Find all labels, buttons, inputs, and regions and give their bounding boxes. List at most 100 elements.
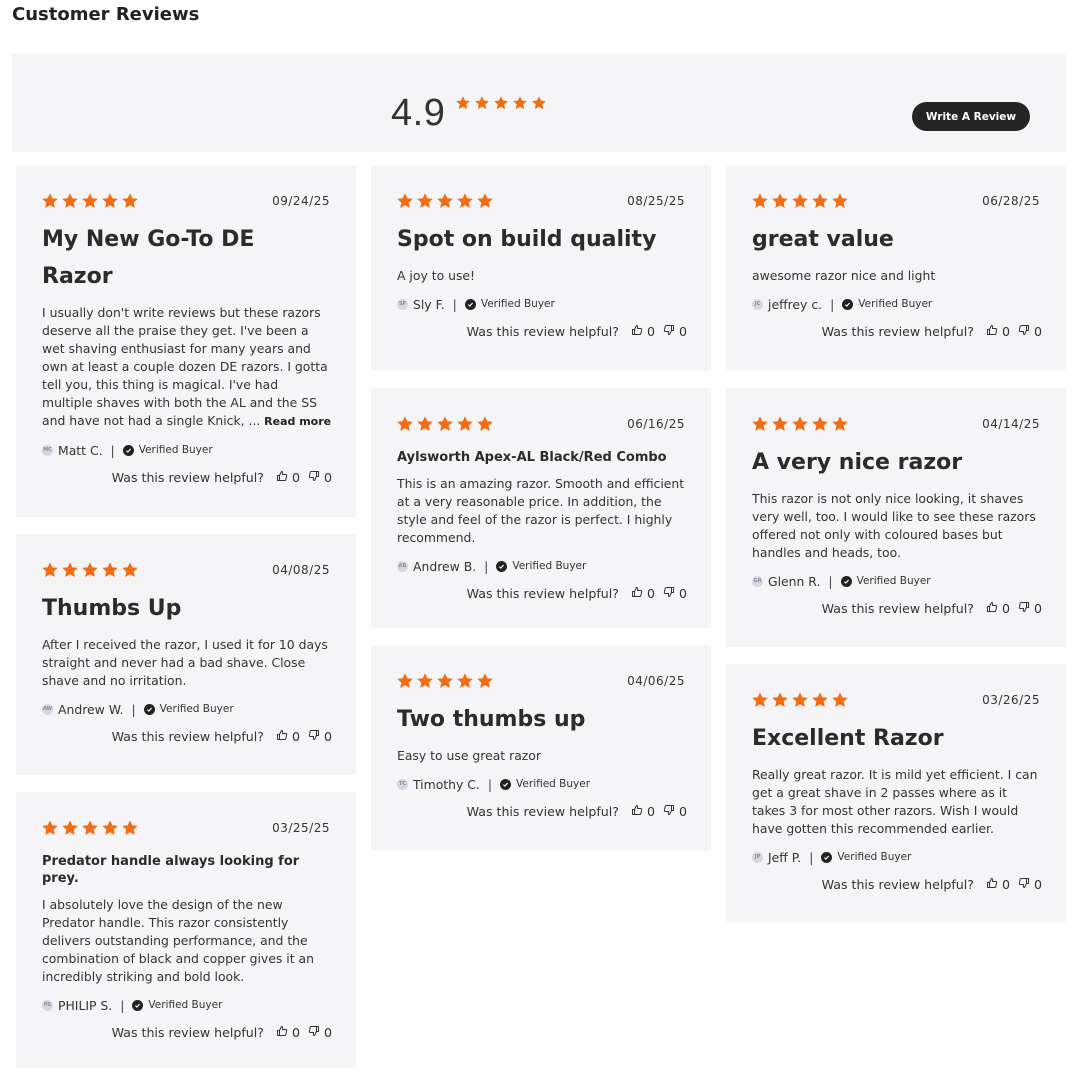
star-icon bbox=[476, 415, 494, 437]
reviewer-name: Timothy C. bbox=[413, 776, 480, 792]
helpful-yes-count: 0 bbox=[291, 470, 300, 485]
reviewer-name: Jeff P. bbox=[768, 849, 802, 865]
star-icon bbox=[396, 192, 414, 214]
helpful-yes-button[interactable]: 0 bbox=[986, 601, 1010, 616]
helpful-yes-count: 0 bbox=[1001, 877, 1010, 892]
helpful-yes-count: 0 bbox=[646, 586, 655, 601]
helpful-yes-button[interactable]: 0 bbox=[986, 324, 1010, 339]
helpful-yes-button[interactable]: 0 bbox=[631, 324, 655, 339]
verified-check-icon bbox=[842, 298, 854, 310]
helpful-row: Was this review helpful? 0 0 bbox=[752, 324, 1042, 339]
review-stars bbox=[751, 415, 849, 437]
review-stars bbox=[751, 192, 849, 214]
helpful-row: Was this review helpful? 0 0 bbox=[752, 601, 1042, 616]
star-icon bbox=[121, 561, 139, 583]
reviewer-info: AW Andrew W. | Verified Buyer bbox=[42, 700, 332, 718]
reviewer-name: Matt C. bbox=[58, 442, 103, 458]
star-icon bbox=[474, 95, 490, 115]
star-icon bbox=[101, 192, 119, 214]
star-icon bbox=[121, 819, 139, 841]
review-title: Excellent Razor bbox=[752, 726, 944, 751]
review-date: 03/25/25 bbox=[272, 821, 330, 835]
reviewer-name: Andrew W. bbox=[58, 701, 124, 717]
thumbs-down-icon bbox=[663, 324, 679, 339]
helpful-question: Was this review helpful? bbox=[466, 804, 619, 819]
review-date: 09/24/25 bbox=[272, 194, 330, 208]
review-body: This is an amazing razor. Smooth and eff… bbox=[397, 476, 685, 545]
helpful-no-button[interactable]: 0 bbox=[663, 324, 687, 339]
verified-check-icon bbox=[464, 298, 476, 310]
helpful-no-button[interactable]: 0 bbox=[1018, 324, 1042, 339]
avatar: TC bbox=[397, 778, 408, 790]
thumbs-down-icon bbox=[663, 804, 679, 819]
separator: | bbox=[452, 296, 457, 312]
review-date: 04/14/25 bbox=[982, 417, 1040, 431]
separator: | bbox=[484, 558, 489, 574]
separator: | bbox=[809, 849, 814, 865]
star-icon bbox=[455, 95, 471, 115]
helpful-no-count: 0 bbox=[1033, 877, 1042, 892]
helpful-yes-button[interactable]: 0 bbox=[276, 1025, 300, 1040]
review-title: Thumbs Up bbox=[42, 596, 182, 621]
star-icon bbox=[771, 192, 789, 214]
helpful-yes-button[interactable]: 0 bbox=[631, 586, 655, 601]
star-icon bbox=[396, 672, 414, 694]
read-more-link[interactable]: Read more bbox=[260, 415, 331, 428]
helpful-no-count: 0 bbox=[323, 729, 332, 744]
helpful-yes-count: 0 bbox=[291, 729, 300, 744]
review-date: 08/25/25 bbox=[627, 194, 685, 208]
thumbs-down-icon bbox=[1018, 877, 1034, 892]
review-title: Two thumbs up bbox=[397, 707, 586, 732]
helpful-no-button[interactable]: 0 bbox=[1018, 877, 1042, 892]
average-stars bbox=[455, 95, 547, 115]
helpful-no-count: 0 bbox=[1033, 601, 1042, 616]
review-card: 03/25/25 Predator handle always looking f… bbox=[16, 792, 356, 1068]
helpful-no-button[interactable]: 0 bbox=[663, 586, 687, 601]
review-title: Predator handle always looking for prey. bbox=[42, 854, 300, 886]
helpful-no-button[interactable]: 0 bbox=[663, 804, 687, 819]
separator: | bbox=[487, 776, 493, 792]
star-icon bbox=[41, 819, 59, 841]
review-body: awesome razor nice and light bbox=[752, 268, 936, 283]
avatar: JP bbox=[752, 851, 763, 863]
helpful-yes-button[interactable]: 0 bbox=[276, 470, 300, 485]
review-card: 04/06/25 Two thumbs up Easy to use great r… bbox=[371, 645, 711, 851]
star-icon bbox=[831, 415, 849, 437]
helpful-no-button[interactable]: 0 bbox=[308, 1025, 332, 1040]
thumbs-up-icon bbox=[276, 729, 292, 744]
helpful-yes-button[interactable]: 0 bbox=[276, 729, 300, 744]
review-stars bbox=[41, 819, 139, 841]
star-icon bbox=[476, 672, 494, 694]
helpful-no-button[interactable]: 0 bbox=[308, 470, 332, 485]
star-icon bbox=[811, 192, 829, 214]
helpful-question: Was this review helpful? bbox=[111, 470, 264, 485]
reviewer-info: AB Andrew B. | Verified Buyer bbox=[397, 557, 687, 575]
review-stars bbox=[751, 691, 849, 713]
helpful-row: Was this review helpful? 0 0 bbox=[42, 729, 332, 744]
helpful-no-button[interactable]: 0 bbox=[1018, 601, 1042, 616]
star-icon bbox=[811, 415, 829, 437]
avatar: JC bbox=[752, 298, 763, 310]
review-title: My New Go-To DE Razor bbox=[42, 227, 255, 289]
star-icon bbox=[41, 192, 59, 214]
review-card: 08/25/25 Spot on build quality A joy to us… bbox=[371, 165, 711, 371]
helpful-yes-button[interactable]: 0 bbox=[986, 877, 1010, 892]
star-icon bbox=[436, 415, 454, 437]
reviewer-info: JC jeffrey c. | Verified Buyer bbox=[752, 295, 1042, 313]
review-card: 04/08/25 Thumbs Up After I received the ra… bbox=[16, 534, 356, 775]
helpful-no-button[interactable]: 0 bbox=[308, 729, 332, 744]
verified-check-icon bbox=[840, 575, 852, 587]
review-date: 06/16/25 bbox=[627, 417, 685, 431]
helpful-row: Was this review helpful? 0 0 bbox=[397, 324, 687, 339]
write-review-button[interactable]: Write A Review bbox=[912, 102, 1030, 131]
review-body: Really great razor. It is mild yet effic… bbox=[752, 767, 1038, 836]
reviewer-info: JP Jeff P. | Verified Buyer bbox=[752, 848, 1042, 866]
verified-badge: Verified Buyer bbox=[856, 575, 931, 587]
review-stars bbox=[396, 415, 494, 437]
helpful-yes-button[interactable]: 0 bbox=[631, 804, 655, 819]
verified-badge: Verified Buyer bbox=[837, 851, 912, 863]
star-icon bbox=[436, 672, 454, 694]
helpful-question: Was this review helpful? bbox=[821, 324, 974, 339]
average-rating: 4.9 bbox=[391, 92, 446, 134]
star-icon bbox=[41, 561, 59, 583]
